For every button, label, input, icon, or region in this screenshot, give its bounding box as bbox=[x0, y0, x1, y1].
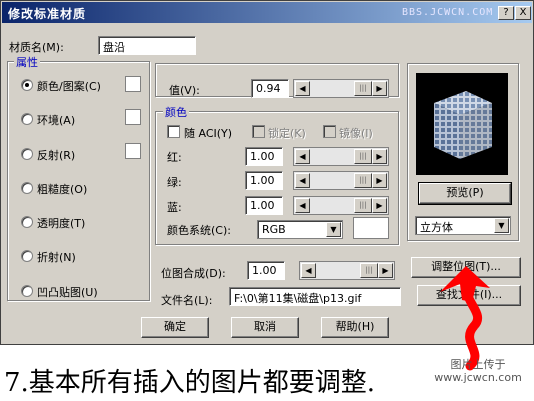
watermark-text: BBS.JCWCN.COM bbox=[402, 7, 494, 18]
reflection-swatch[interactable] bbox=[125, 143, 141, 159]
value-label: 值(V): bbox=[169, 84, 200, 97]
red-slider[interactable]: ◀ ||| ▶ bbox=[293, 147, 389, 166]
slider-left-arrow[interactable]: ◀ bbox=[295, 173, 310, 188]
upload-stamp: 图片上传于 www.jcwcn.com bbox=[424, 358, 532, 398]
chevron-down-icon[interactable]: ▼ bbox=[326, 222, 341, 237]
bitmap-blend-label: 位图合成(D): bbox=[161, 267, 226, 280]
color-legend: 颜色 bbox=[163, 104, 189, 120]
green-label: 绿: bbox=[167, 176, 182, 189]
radio-label: 粗糙度(O) bbox=[37, 183, 88, 196]
slider-left-arrow[interactable]: ◀ bbox=[301, 263, 316, 278]
value-slider[interactable]: ◀ ||| ▶ bbox=[293, 79, 389, 98]
material-name-input[interactable]: 盘沿 bbox=[98, 36, 196, 55]
bitmap-blend-input[interactable]: 1.00 bbox=[247, 261, 285, 280]
lock-label: 锁定(K) bbox=[268, 127, 306, 140]
radio-button[interactable] bbox=[21, 182, 33, 194]
preview-button[interactable]: 预览(P) bbox=[418, 182, 512, 205]
lock-checkbox[interactable] bbox=[252, 125, 265, 138]
blue-slider[interactable]: ◀ ||| ▶ bbox=[293, 196, 389, 215]
aci-checkbox[interactable] bbox=[167, 125, 180, 138]
radio-label: 反射(R) bbox=[37, 149, 76, 162]
color-system-swatch[interactable] bbox=[353, 217, 389, 239]
cancel-button[interactable]: 取消 bbox=[231, 317, 299, 338]
attributes-legend: 属性 bbox=[14, 54, 40, 70]
green-input[interactable]: 1.00 bbox=[245, 171, 283, 190]
radio-label: 凹凸贴图(U) bbox=[37, 286, 98, 299]
file-name-input[interactable]: F:\0\第11集\磁盘\p13.gif bbox=[229, 287, 401, 306]
chevron-down-icon[interactable]: ▼ bbox=[494, 218, 509, 233]
slider-left-arrow[interactable]: ◀ bbox=[295, 198, 310, 213]
preview-shape-value: 立方体 bbox=[420, 221, 453, 234]
stamp-line-2: www.jcwcn.com bbox=[434, 371, 522, 384]
slider-thumb[interactable]: ||| bbox=[354, 198, 372, 213]
material-preview-image bbox=[416, 73, 508, 175]
radio-label: 颜色/图案(C) bbox=[37, 80, 101, 93]
color-system-value: RGB bbox=[262, 223, 286, 236]
material-name-label: 材质名(M): bbox=[9, 41, 64, 54]
preview-shape-select[interactable]: 立方体 ▼ bbox=[415, 216, 511, 235]
radio-button[interactable] bbox=[21, 79, 33, 91]
title-bar[interactable]: 修改标准材质 BBS.JCWCN.COM ? X bbox=[2, 2, 532, 23]
ambient-swatch[interactable] bbox=[125, 109, 141, 125]
title-help-button[interactable]: ? bbox=[498, 6, 514, 20]
stamp-line-1: 图片上传于 bbox=[450, 358, 506, 371]
blue-input[interactable]: 1.00 bbox=[245, 196, 283, 215]
radio-button[interactable] bbox=[21, 250, 33, 262]
slider-right-arrow[interactable]: ▶ bbox=[372, 149, 387, 164]
slider-left-arrow[interactable]: ◀ bbox=[295, 149, 310, 164]
mirror-label: 镜像(I) bbox=[339, 127, 373, 140]
red-label: 红: bbox=[167, 151, 182, 164]
tutorial-caption: 7.基本所有插入的图片都要调整. bbox=[4, 368, 376, 398]
radio-button[interactable] bbox=[21, 148, 33, 160]
radio-label: 环境(A) bbox=[37, 114, 76, 127]
slider-thumb[interactable]: ||| bbox=[354, 173, 372, 188]
radio-button[interactable] bbox=[21, 285, 33, 297]
color-pattern-swatch[interactable] bbox=[125, 76, 141, 92]
slider-thumb[interactable]: ||| bbox=[354, 149, 372, 164]
slider-right-arrow[interactable]: ▶ bbox=[372, 81, 387, 96]
radio-button[interactable] bbox=[21, 216, 33, 228]
slider-thumb[interactable]: ||| bbox=[354, 81, 372, 96]
slider-right-arrow[interactable]: ▶ bbox=[372, 198, 387, 213]
green-slider[interactable]: ◀ ||| ▶ bbox=[293, 171, 389, 190]
color-system-select[interactable]: RGB ▼ bbox=[257, 220, 343, 239]
color-system-label: 颜色系统(C): bbox=[167, 224, 231, 237]
bitmap-blend-slider[interactable]: ◀ ||| ▶ bbox=[299, 261, 395, 280]
aci-label: 随 ACI(Y) bbox=[184, 127, 233, 140]
blue-label: 蓝: bbox=[167, 201, 182, 214]
red-input[interactable]: 1.00 bbox=[245, 147, 283, 166]
mirror-checkbox[interactable] bbox=[323, 125, 336, 138]
radio-label: 透明度(T) bbox=[37, 217, 86, 230]
title-close-button[interactable]: X bbox=[515, 6, 531, 20]
help-button[interactable]: 帮助(H) bbox=[321, 317, 389, 338]
dialog-title: 修改标准材质 bbox=[8, 7, 87, 21]
slider-left-arrow[interactable]: ◀ bbox=[295, 81, 310, 96]
value-input[interactable]: 0.94 bbox=[251, 79, 289, 98]
slider-right-arrow[interactable]: ▶ bbox=[378, 263, 393, 278]
slider-right-arrow[interactable]: ▶ bbox=[372, 173, 387, 188]
file-name-label: 文件名(L): bbox=[161, 294, 213, 307]
slider-thumb[interactable]: ||| bbox=[360, 263, 378, 278]
ok-button[interactable]: 确定 bbox=[141, 317, 209, 338]
radio-label: 折射(N) bbox=[37, 251, 76, 264]
red-arrow-annotation bbox=[440, 266, 490, 371]
radio-button[interactable] bbox=[21, 113, 33, 125]
